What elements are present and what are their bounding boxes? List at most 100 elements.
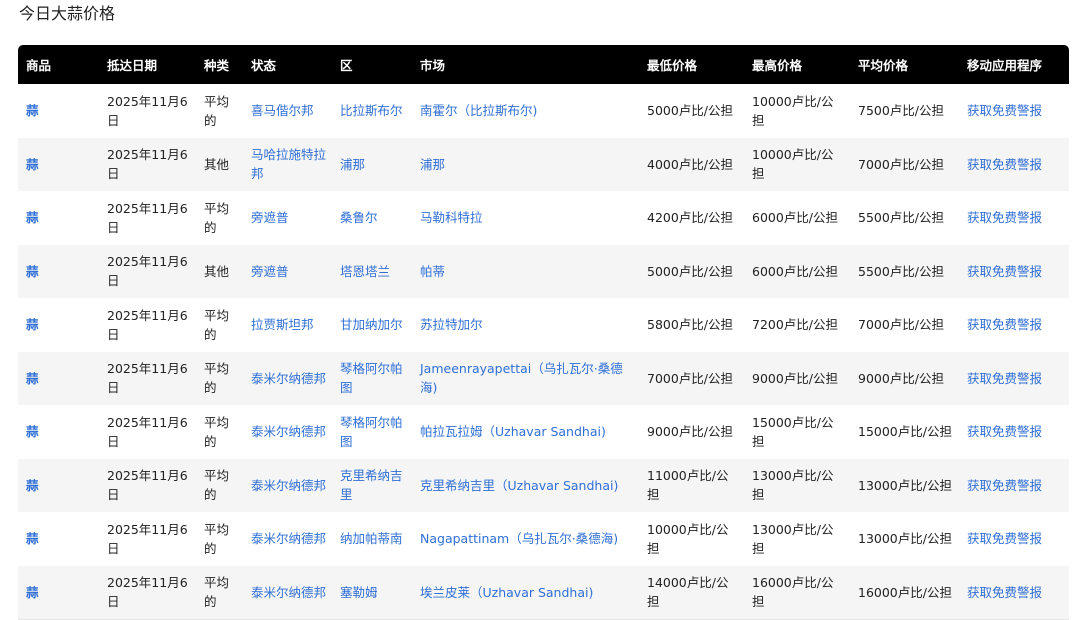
cell-district[interactable]: 塔恩塔兰: [332, 244, 412, 298]
cell-market[interactable]: 克里希纳吉里（Uzhavar Sandhai): [412, 458, 639, 512]
cell-variety: 其他: [196, 137, 243, 191]
cell-market[interactable]: 马勒科特拉: [412, 191, 639, 245]
cell-max-price: 6000卢比/公担: [744, 191, 850, 245]
table-row: 蒜 2025年11月6日 平均的 泰米尔纳德邦 琴格阿尔帕图 Jameenrayapett…: [18, 351, 1069, 405]
table-row: 蒜 2025年11月6日 平均的 喜马偕尔邦 比拉斯布尔 南霍尔（比拉斯布尔) 5000卢比…: [18, 84, 1069, 138]
get-free-alerts-link[interactable]: 获取免费警报: [959, 137, 1069, 191]
cell-variety: 平均的: [196, 565, 243, 620]
cell-district[interactable]: 琴格阿尔帕图: [332, 351, 412, 405]
cell-commodity[interactable]: 蒜: [18, 191, 99, 245]
cell-district[interactable]: 纳加帕蒂南: [332, 512, 412, 566]
table-row: 蒜 2025年11月6日 平均的 泰米尔纳德邦 塞勒姆 埃兰皮莱（Uzhavar Sand…: [18, 565, 1069, 620]
get-free-alerts-link[interactable]: 获取免费警报: [959, 351, 1069, 405]
cell-variety: 平均的: [196, 351, 243, 405]
cell-state[interactable]: 拉贾斯坦邦: [243, 298, 332, 352]
table-row: 蒜 2025年11月6日 平均的 泰米尔纳德邦 纳加帕蒂南 Nagapattinam（乌扎…: [18, 512, 1069, 566]
cell-arrival-date: 2025年11月6日: [99, 405, 196, 459]
cell-commodity[interactable]: 蒜: [18, 351, 99, 405]
get-free-alerts-link[interactable]: 获取免费警报: [959, 191, 1069, 245]
cell-commodity[interactable]: 蒜: [18, 244, 99, 298]
cell-market[interactable]: Jameenrayapettai（乌扎瓦尔·桑德海): [412, 351, 639, 405]
get-free-alerts-link[interactable]: 获取免费警报: [959, 405, 1069, 459]
cell-arrival-date: 2025年11月6日: [99, 565, 196, 620]
cell-district[interactable]: 克里希纳吉里: [332, 458, 412, 512]
cell-max-price: 10000卢比/公担: [744, 84, 850, 138]
price-table-container: 商品 抵达日期 种类 状态 区 市场 最低价格 最高价格 平均价格 移动应用程序…: [18, 45, 1069, 620]
table-row: 蒜 2025年11月6日 其他 马哈拉施特拉邦 浦那 浦那 4000卢比/公担 10000卢比…: [18, 137, 1069, 191]
cell-avg-price: 7000卢比/公担: [850, 298, 959, 352]
cell-district[interactable]: 塞勒姆: [332, 565, 412, 620]
cell-variety: 平均的: [196, 458, 243, 512]
table-body: 蒜 2025年11月6日 平均的 喜马偕尔邦 比拉斯布尔 南霍尔（比拉斯布尔) 5000卢比…: [18, 84, 1069, 620]
get-free-alerts-link[interactable]: 获取免费警报: [959, 512, 1069, 566]
cell-state[interactable]: 旁遮普: [243, 244, 332, 298]
cell-market[interactable]: Nagapattinam（乌扎瓦尔·桑德海): [412, 512, 639, 566]
get-free-alerts-link[interactable]: 获取免费警报: [959, 298, 1069, 352]
cell-commodity[interactable]: 蒜: [18, 512, 99, 566]
cell-min-price: 5000卢比/公担: [639, 84, 744, 138]
cell-commodity[interactable]: 蒜: [18, 405, 99, 459]
cell-market[interactable]: 南霍尔（比拉斯布尔): [412, 84, 639, 138]
cell-variety: 平均的: [196, 405, 243, 459]
cell-district[interactable]: 琴格阿尔帕图: [332, 405, 412, 459]
table-row: 蒜 2025年11月6日 平均的 旁遮普 桑鲁尔 马勒科特拉 4200卢比/公担 6000卢比…: [18, 191, 1069, 245]
header-avg-price: 平均价格: [850, 45, 959, 84]
table-row: 蒜 2025年11月6日 平均的 泰米尔纳德邦 克里希纳吉里 克里希纳吉里（Uzhavar…: [18, 458, 1069, 512]
cell-commodity[interactable]: 蒜: [18, 137, 99, 191]
cell-state[interactable]: 泰米尔纳德邦: [243, 458, 332, 512]
cell-arrival-date: 2025年11月6日: [99, 351, 196, 405]
cell-avg-price: 16000卢比/公担: [850, 565, 959, 620]
cell-max-price: 16000卢比/公担: [744, 565, 850, 620]
cell-min-price: 11000卢比/公担: [639, 458, 744, 512]
cell-variety: 平均的: [196, 84, 243, 138]
cell-commodity[interactable]: 蒜: [18, 298, 99, 352]
cell-min-price: 14000卢比/公担: [639, 565, 744, 620]
header-min-price: 最低价格: [639, 45, 744, 84]
cell-min-price: 4200卢比/公担: [639, 191, 744, 245]
cell-min-price: 10000卢比/公担: [639, 512, 744, 566]
cell-commodity[interactable]: 蒜: [18, 84, 99, 138]
header-state: 状态: [243, 45, 332, 84]
cell-arrival-date: 2025年11月6日: [99, 84, 196, 138]
cell-commodity[interactable]: 蒜: [18, 458, 99, 512]
get-free-alerts-link[interactable]: 获取免费警报: [959, 244, 1069, 298]
cell-market[interactable]: 苏拉特加尔: [412, 298, 639, 352]
cell-state[interactable]: 马哈拉施特拉邦: [243, 137, 332, 191]
cell-state[interactable]: 喜马偕尔邦: [243, 84, 332, 138]
cell-district[interactable]: 比拉斯布尔: [332, 84, 412, 138]
cell-max-price: 15000卢比/公担: [744, 405, 850, 459]
cell-min-price: 9000卢比/公担: [639, 405, 744, 459]
cell-state[interactable]: 旁遮普: [243, 191, 332, 245]
cell-market[interactable]: 浦那: [412, 137, 639, 191]
header-mobile-app: 移动应用程序: [959, 45, 1069, 84]
get-free-alerts-link[interactable]: 获取免费警报: [959, 565, 1069, 620]
cell-district[interactable]: 浦那: [332, 137, 412, 191]
cell-market[interactable]: 埃兰皮莱（Uzhavar Sandhai): [412, 565, 639, 620]
cell-district[interactable]: 桑鲁尔: [332, 191, 412, 245]
cell-max-price: 10000卢比/公担: [744, 137, 850, 191]
cell-state[interactable]: 泰米尔纳德邦: [243, 565, 332, 620]
cell-min-price: 5000卢比/公担: [639, 244, 744, 298]
get-free-alerts-link[interactable]: 获取免费警报: [959, 458, 1069, 512]
cell-avg-price: 15000卢比/公担: [850, 405, 959, 459]
cell-commodity[interactable]: 蒜: [18, 565, 99, 620]
header-variety: 种类: [196, 45, 243, 84]
cell-arrival-date: 2025年11月6日: [99, 191, 196, 245]
cell-avg-price: 5500卢比/公担: [850, 244, 959, 298]
cell-variety: 平均的: [196, 298, 243, 352]
cell-min-price: 7000卢比/公担: [639, 351, 744, 405]
cell-max-price: 13000卢比/公担: [744, 458, 850, 512]
header-district: 区: [332, 45, 412, 84]
get-free-alerts-link[interactable]: 获取免费警报: [959, 84, 1069, 138]
cell-avg-price: 13000卢比/公担: [850, 458, 959, 512]
cell-market[interactable]: 帕蒂: [412, 244, 639, 298]
cell-state[interactable]: 泰米尔纳德邦: [243, 512, 332, 566]
cell-variety: 其他: [196, 244, 243, 298]
cell-district[interactable]: 甘加纳加尔: [332, 298, 412, 352]
cell-variety: 平均的: [196, 191, 243, 245]
cell-state[interactable]: 泰米尔纳德邦: [243, 405, 332, 459]
cell-market[interactable]: 帕拉瓦拉姆（Uzhavar Sandhai): [412, 405, 639, 459]
cell-min-price: 5800卢比/公担: [639, 298, 744, 352]
page-title: 今日大蒜价格: [19, 4, 116, 23]
cell-state[interactable]: 泰米尔纳德邦: [243, 351, 332, 405]
